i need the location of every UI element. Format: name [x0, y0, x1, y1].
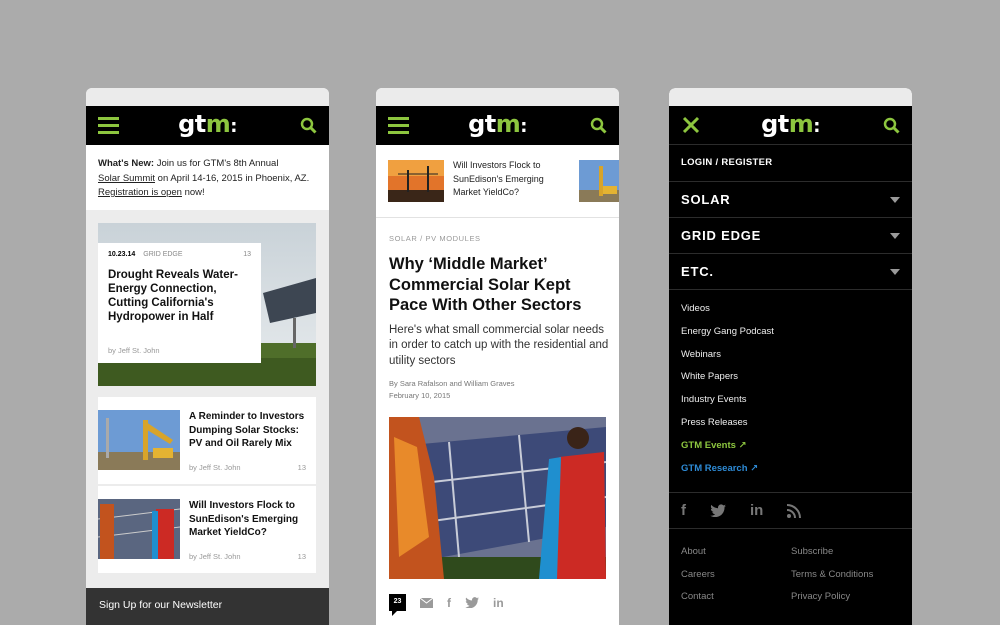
whats-new-text: now! [181, 187, 205, 198]
menu-item-gtm-events[interactable]: GTM Events ↗ [681, 440, 900, 463]
hero-meta: 10.23.14 GRID EDGE 13 [108, 251, 251, 258]
menu-item-webinars[interactable]: Webinars [681, 349, 900, 372]
hero-byline: by Jeff St. John [108, 346, 160, 355]
section-label: GRID EDGE [681, 228, 762, 243]
menu-links: Videos Energy Gang Podcast Webinars Whit… [669, 290, 912, 493]
hero-title[interactable]: Drought Reveals Water-Energy Connection,… [108, 268, 251, 324]
phone-article: gtm: Will Investors Flock to SunEdison's… [376, 88, 619, 625]
social-links: f in [669, 493, 912, 529]
chevron-down-icon [890, 233, 900, 239]
whats-new-text: on April 14-16, 2015 in Phoenix, AZ. [155, 172, 310, 184]
login-register-link[interactable]: LOGIN / REGISTER [669, 145, 912, 182]
story-category[interactable]: GRID EDGE [143, 251, 182, 258]
story-thumbnail[interactable] [579, 160, 619, 202]
list-item[interactable]: A Reminder to Investors Dumping Solar St… [98, 397, 316, 484]
footer-privacy-link[interactable]: Privacy Policy [791, 591, 850, 602]
email-icon[interactable] [420, 597, 433, 608]
twitter-icon[interactable] [465, 597, 479, 608]
menu-item-industry-events[interactable]: Industry Events [681, 394, 900, 417]
rss-icon[interactable] [787, 503, 802, 518]
menu-item-press-releases[interactable]: Press Releases [681, 417, 900, 440]
story-thumbnail[interactable] [98, 410, 180, 470]
search-icon[interactable] [590, 117, 607, 134]
story-title[interactable]: Will Investors Flock to SunEdison's Emer… [189, 499, 311, 540]
footer-terms-link[interactable]: Terms & Conditions [791, 569, 873, 580]
teaser-title[interactable]: Will Investors Flock to SunEdison's Emer… [453, 159, 563, 200]
menu-item-gtm-research[interactable]: GTM Research ↗ [681, 463, 900, 486]
story-byline: by Jeff St. John [189, 552, 241, 561]
whats-new-label: What's New: [98, 158, 155, 169]
section-label: SOLAR [681, 192, 731, 207]
whats-new-banner: What's New: Join us for GTM's 8th Annual… [86, 145, 329, 210]
article-header: SOLAR / PV MODULES Why ‘Middle Market’ C… [389, 234, 609, 402]
comment-count: 13 [243, 251, 251, 258]
footer-links: About Subscribe Careers Terms & Conditio… [669, 529, 912, 609]
related-story-teaser[interactable]: Will Investors Flock to SunEdison's Emer… [376, 145, 619, 218]
section-etc[interactable]: ETC. [669, 254, 912, 290]
linkedin-icon[interactable]: in [750, 502, 763, 519]
whats-new-text: Join us for GTM's 8th Annual [154, 158, 279, 169]
solar-summit-link[interactable]: Solar Summit [98, 173, 155, 184]
newsletter-signup-button[interactable]: Sign Up for our Newsletter [86, 588, 329, 625]
menu-item-energy-gang-podcast[interactable]: Energy Gang Podcast [681, 326, 900, 349]
phone-menu: gtm: LOGIN / REGISTER SOLAR GRID EDGE ET… [669, 88, 912, 625]
status-bar [86, 88, 329, 106]
search-icon[interactable] [883, 117, 900, 134]
section-solar[interactable]: SOLAR [669, 182, 912, 218]
comment-count: 13 [297, 463, 306, 472]
gtm-logo[interactable]: gtm: [86, 110, 329, 138]
registration-link[interactable]: Registration is open [98, 187, 182, 198]
footer-contact-link[interactable]: Contact [681, 591, 714, 602]
gtm-logo[interactable]: gtm: [669, 110, 912, 138]
story-byline: by Jeff St. John [189, 463, 241, 472]
phone-home: gtm: What's New: Join us for GTM's 8th A… [86, 88, 329, 625]
share-bar: 23 f in [389, 594, 504, 616]
twitter-icon[interactable] [710, 504, 726, 517]
section-grid-edge[interactable]: GRID EDGE [669, 218, 912, 254]
status-bar [669, 88, 912, 106]
footer-subscribe-link[interactable]: Subscribe [791, 546, 833, 557]
menu-item-videos[interactable]: Videos [681, 303, 900, 326]
chevron-down-icon [890, 197, 900, 203]
linkedin-icon[interactable]: in [493, 596, 504, 610]
chevron-down-icon [890, 269, 900, 275]
footer-about-link[interactable]: About [681, 546, 706, 557]
list-item[interactable]: Will Investors Flock to SunEdison's Emer… [98, 486, 316, 573]
article-authors[interactable]: By Sara Rafalson and William Graves [389, 378, 609, 390]
article-dek: Here's what small commercial solar needs… [389, 323, 609, 367]
facebook-icon[interactable]: f [681, 502, 686, 519]
footer-careers-link[interactable]: Careers [681, 569, 715, 580]
top-nav-bar: gtm: [376, 106, 619, 145]
menu-item-white-papers[interactable]: White Papers [681, 371, 900, 394]
search-icon[interactable] [300, 117, 317, 134]
status-bar [376, 88, 619, 106]
article-image [389, 417, 606, 579]
section-label: ETC. [681, 264, 714, 279]
facebook-icon[interactable]: f [447, 596, 451, 610]
article-category[interactable]: SOLAR / PV MODULES [389, 234, 609, 243]
comments-button[interactable]: 23 [389, 594, 406, 616]
article-title: Why ‘Middle Market’ Commercial Solar Kep… [389, 255, 582, 314]
story-thumbnail[interactable] [98, 499, 180, 559]
story-date: 10.23.14 [108, 251, 136, 258]
comment-count: 13 [297, 552, 306, 561]
gtm-logo[interactable]: gtm: [376, 110, 619, 138]
top-nav-bar: gtm: [86, 106, 329, 145]
story-thumbnail[interactable] [388, 160, 444, 202]
story-title[interactable]: A Reminder to Investors Dumping Solar St… [189, 410, 311, 451]
hero-story-card[interactable]: 10.23.14 GRID EDGE 13 Drought Reveals Wa… [98, 243, 261, 363]
article-byline: By Sara Rafalson and William Graves Febr… [389, 378, 609, 402]
top-nav-bar: gtm: [669, 106, 912, 145]
article-date: February 10, 2015 [389, 391, 451, 400]
